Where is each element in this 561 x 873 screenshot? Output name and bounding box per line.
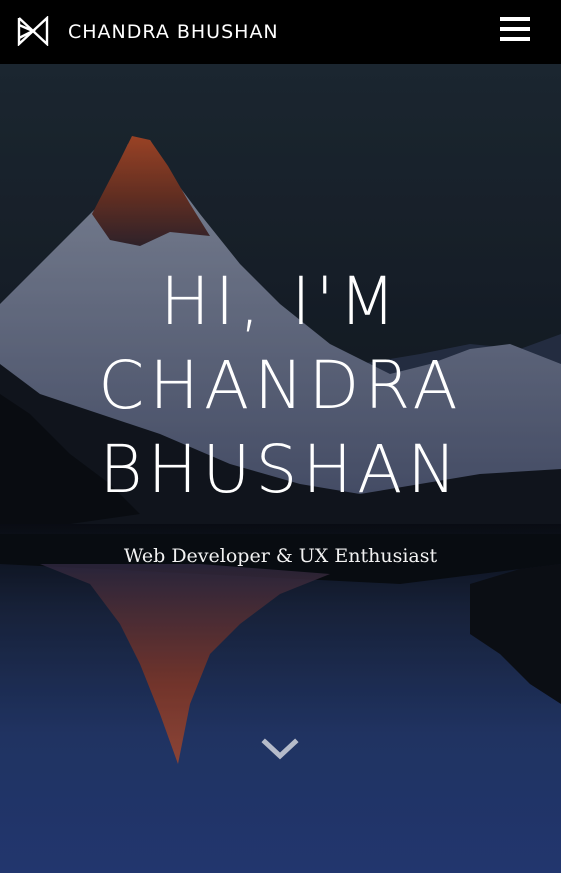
hero-section: HI, I'M CHANDRA BHUSHAN Web Developer & … bbox=[0, 64, 561, 873]
headline-line: BHUSHAN bbox=[99, 431, 462, 508]
hero-subtitle: Web Developer & UX Enthusiast bbox=[123, 545, 438, 567]
bowtie-logo-icon[interactable] bbox=[17, 16, 49, 46]
navbar: CHANDRA BHUSHAN bbox=[0, 0, 561, 64]
brand-name[interactable]: CHANDRA BHUSHAN bbox=[68, 20, 279, 44]
hero-headline: HI, I'M CHANDRA BHUSHAN bbox=[0, 260, 561, 512]
chevron-down-icon[interactable] bbox=[260, 736, 300, 762]
headline-line: HI, I'M bbox=[160, 263, 401, 340]
page: CHANDRA BHUSHAN HI, I'M CHANDRA BHUSHAN … bbox=[0, 0, 561, 873]
headline-line: CHANDRA bbox=[98, 347, 463, 424]
hamburger-menu-icon[interactable] bbox=[496, 14, 534, 46]
